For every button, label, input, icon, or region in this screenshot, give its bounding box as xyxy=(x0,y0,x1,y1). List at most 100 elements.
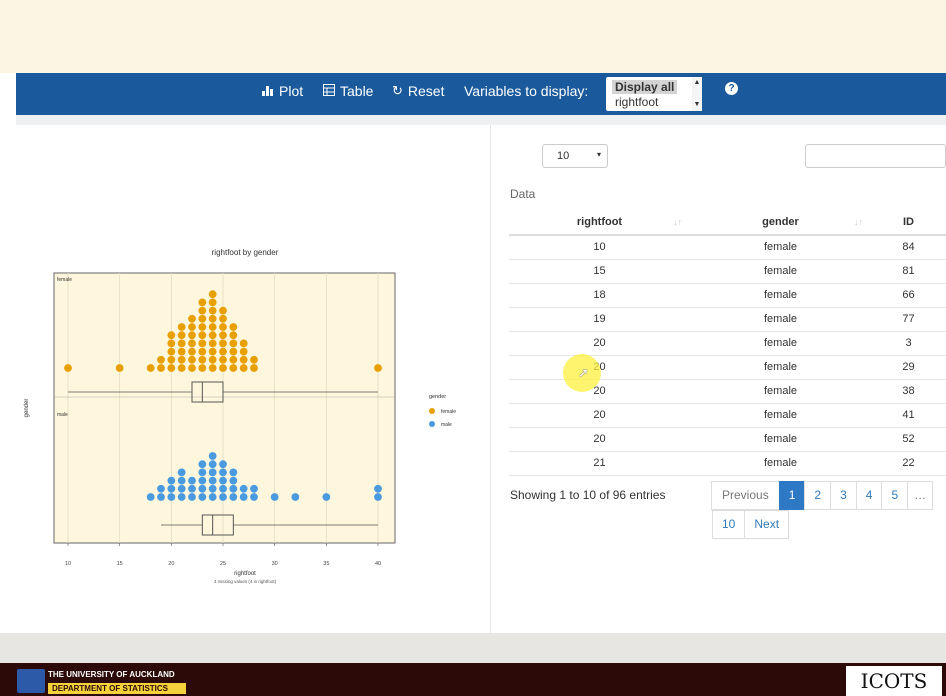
pagination-page-3[interactable]: 3 xyxy=(830,481,857,510)
data-point-female xyxy=(157,364,165,372)
pagination-next[interactable]: Next xyxy=(744,510,790,539)
data-point-female xyxy=(239,339,248,348)
data-point-male xyxy=(167,484,176,493)
sort-icon: ↓↑ xyxy=(854,217,863,227)
legend-marker-male xyxy=(429,421,435,427)
data-point-female xyxy=(219,355,227,364)
data-point-female xyxy=(208,347,217,356)
icots-logo: ICOTS 10 xyxy=(846,666,942,696)
variables-option-all[interactable]: Display all xyxy=(612,80,678,94)
data-point-male xyxy=(157,484,165,493)
search-input[interactable] xyxy=(805,144,946,168)
column-header-id[interactable]: ID xyxy=(871,210,946,236)
data-point-male xyxy=(198,460,207,469)
university-crest-icon xyxy=(17,669,45,693)
pagination-page-4[interactable]: 4 xyxy=(855,481,883,510)
sort-icon: ↓↑ xyxy=(673,217,682,227)
x-tick-label: 15 xyxy=(117,561,123,567)
data-point-male xyxy=(374,484,382,493)
table-cell-gender: female xyxy=(690,379,871,404)
data-point-female xyxy=(239,347,248,356)
question-icon[interactable]: ? xyxy=(725,82,738,95)
data-table: rightfoot ↓↑ gender ↓↑ ID 10 female 84 15 fema… xyxy=(509,210,946,476)
data-point-male xyxy=(208,468,217,477)
column-header-gender[interactable]: gender ↓↑ xyxy=(690,210,871,236)
data-point-male xyxy=(146,493,155,501)
data-point-female xyxy=(198,331,207,340)
missing-values-note: 4 missing values (4 in rightfoot) xyxy=(214,579,277,584)
table-cell-gender: female xyxy=(690,331,871,356)
x-axis-label: rightfoot xyxy=(234,571,256,577)
variables-scrollbar[interactable]: ▲ ▼ xyxy=(692,77,702,111)
data-point-female xyxy=(167,339,176,348)
column-header-rightfoot[interactable]: rightfoot ↓↑ xyxy=(509,210,690,236)
reset-button[interactable]: ↻ Reset xyxy=(392,83,444,99)
table-row[interactable]: 15 female 81 xyxy=(509,259,946,284)
data-point-female xyxy=(208,339,217,348)
plot-button[interactable]: Plot xyxy=(262,83,303,99)
data-point-male xyxy=(229,493,238,501)
data-point-female xyxy=(229,339,238,348)
toolbar-gap xyxy=(16,115,946,125)
data-point-female xyxy=(188,364,196,372)
x-tick-label: 25 xyxy=(220,561,226,567)
data-point-female xyxy=(229,355,238,364)
bar-chart-icon xyxy=(262,84,274,99)
data-point-male xyxy=(219,493,227,501)
table-cell-rightfoot: 20 xyxy=(509,427,690,452)
column-header-label: rightfoot xyxy=(576,216,623,228)
data-point-female xyxy=(239,355,248,364)
table-cell-rightfoot: 10 xyxy=(509,235,690,260)
table-row[interactable]: 20 female 41 xyxy=(509,403,946,428)
pagination-page-1[interactable]: 1 xyxy=(778,481,806,510)
app-header-band xyxy=(0,0,946,73)
pagination-previous[interactable]: Previous xyxy=(711,481,780,510)
table-cell-gender: female xyxy=(690,235,871,260)
pagination: Previous 1 2 3 4 5 … xyxy=(711,481,934,510)
data-point-female xyxy=(250,355,258,364)
legend-title: gender xyxy=(429,394,446,400)
data-point-female xyxy=(229,323,238,331)
data-point-male xyxy=(219,476,227,485)
data-point-male xyxy=(250,493,258,501)
data-point-female xyxy=(208,290,217,299)
variables-option-rightfoot[interactable]: rightfoot xyxy=(615,95,658,109)
data-point-male xyxy=(188,476,196,485)
variables-select[interactable]: Display all rightfoot ▲ ▼ xyxy=(606,77,702,111)
page-length-select[interactable]: 10 ▾ xyxy=(542,144,608,168)
table-cell-id: 41 xyxy=(871,403,946,428)
table-row[interactable]: 20 female 52 xyxy=(509,427,946,452)
data-point-male xyxy=(177,484,186,493)
data-point-male xyxy=(374,493,382,501)
pagination-page-10[interactable]: 10 xyxy=(712,510,746,539)
data-point-male xyxy=(229,484,238,493)
table-cell-rightfoot: 21 xyxy=(509,451,690,476)
pagination-page-2[interactable]: 2 xyxy=(804,481,832,510)
table-row[interactable]: 19 female 77 xyxy=(509,307,946,332)
data-point-female xyxy=(219,347,227,356)
x-tick-label: 40 xyxy=(375,561,381,567)
table-cell-rightfoot: 20 xyxy=(509,331,690,356)
pagination-page-5[interactable]: 5 xyxy=(881,481,909,510)
table-button[interactable]: Table xyxy=(323,83,373,99)
table-row[interactable]: 18 female 66 xyxy=(509,283,946,308)
table-row[interactable]: 21 female 22 xyxy=(509,451,946,476)
table-row[interactable]: 20 female 3 xyxy=(509,331,946,356)
data-point-male xyxy=(157,493,165,501)
table-cell-gender: female xyxy=(690,403,871,428)
data-point-male xyxy=(250,484,258,493)
data-point-female xyxy=(229,347,238,356)
column-header-label: gender xyxy=(762,216,799,228)
data-point-female xyxy=(188,323,196,331)
data-point-male xyxy=(177,476,186,485)
data-point-male xyxy=(322,493,331,501)
caret-down-icon: ▾ xyxy=(597,150,602,159)
x-tick-label: 35 xyxy=(323,561,329,567)
table-row[interactable]: 10 female 84 xyxy=(509,235,946,260)
data-point-male xyxy=(219,468,227,477)
data-point-female xyxy=(219,306,227,315)
department-name: DEPARTMENT OF STATISTICS xyxy=(48,683,186,694)
data-point-male xyxy=(208,476,217,485)
data-point-female xyxy=(115,364,124,372)
data-point-male xyxy=(167,476,176,485)
